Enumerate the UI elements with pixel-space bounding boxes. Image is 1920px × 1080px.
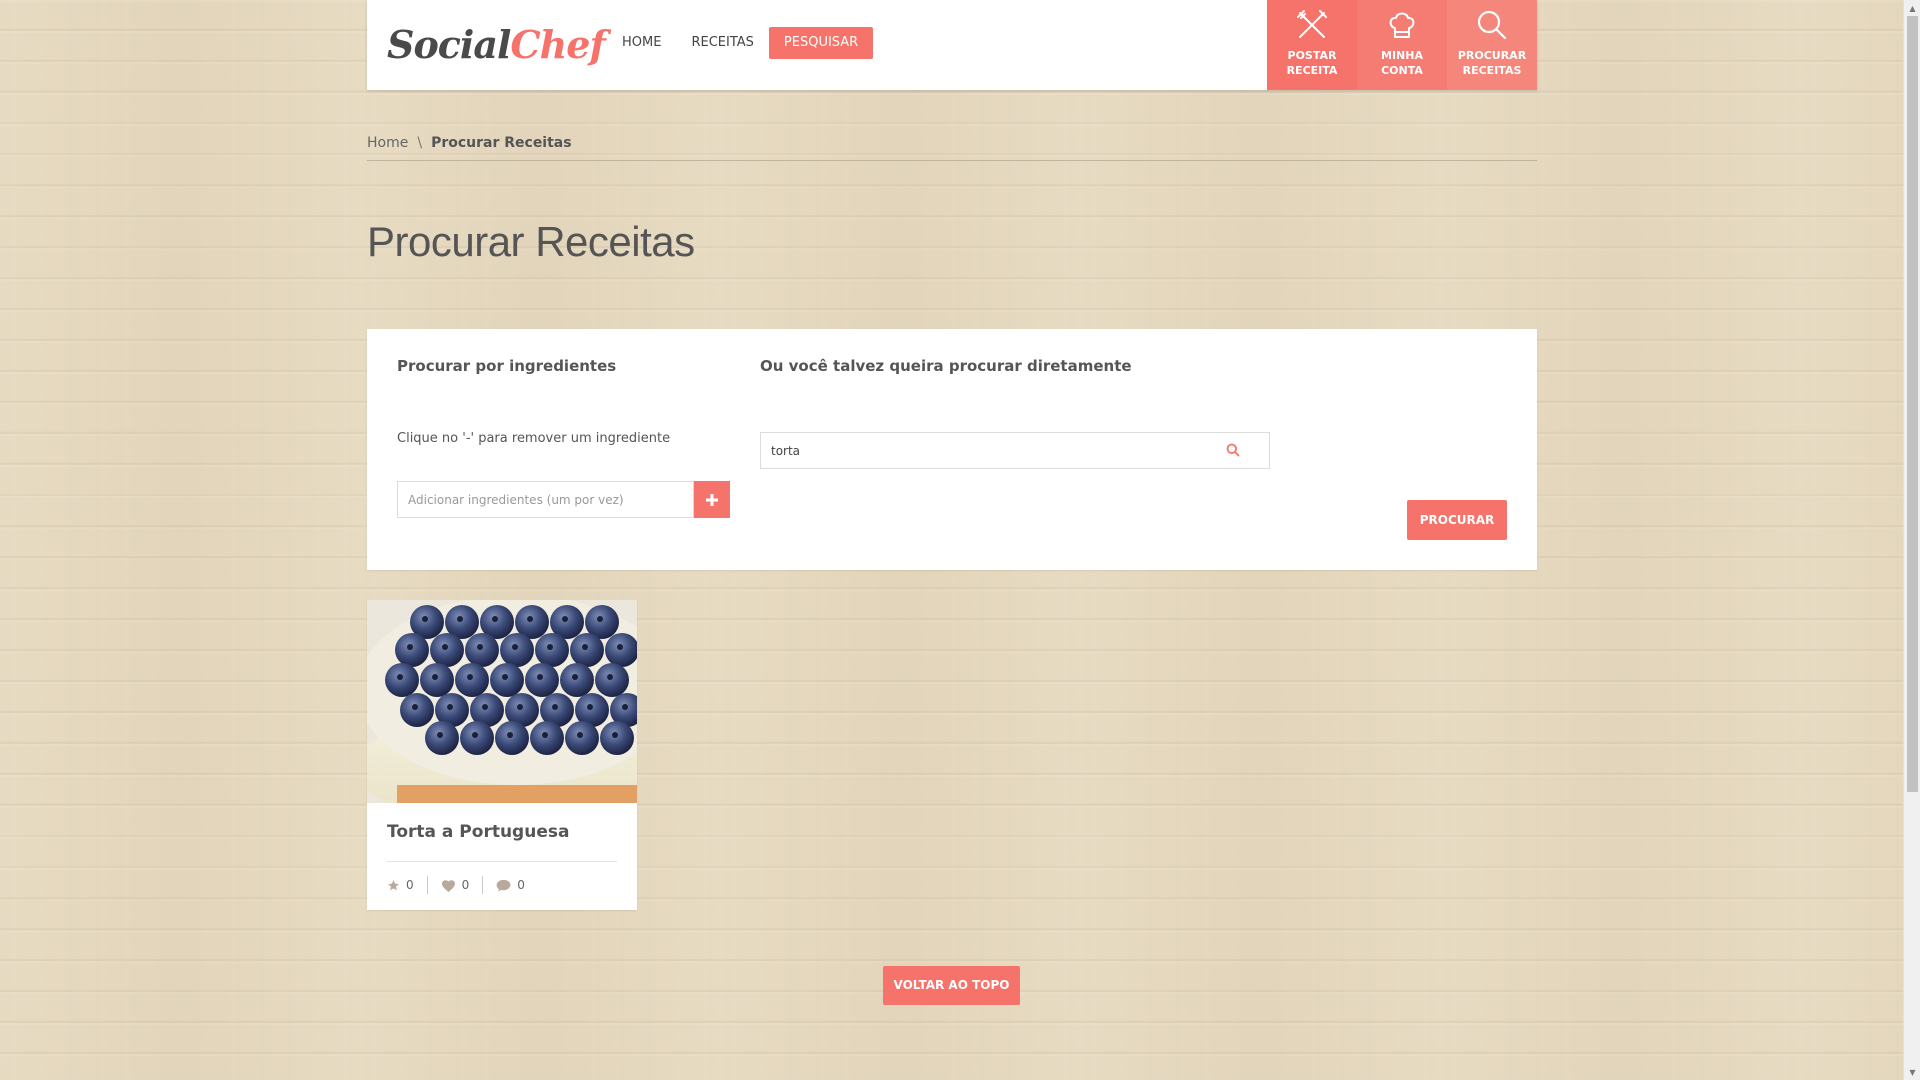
add-ingredient-button[interactable] — [694, 481, 730, 518]
card-divider — [387, 861, 617, 862]
nav-pesquisar[interactable]: PESQUISAR — [768, 27, 874, 59]
recipe-title[interactable]: Torta a Portuguesa — [387, 822, 569, 842]
ingredients-search: Procurar por ingredientes Clique no '-' … — [397, 356, 730, 518]
fork-knife-icon — [1297, 10, 1327, 38]
nav-receitas[interactable]: RECEITAS — [676, 27, 768, 59]
quick-actions: POSTAR RECEITA MINHA CONTA PROCURAR RECE… — [1267, 0, 1537, 90]
ingredient-input-group — [397, 481, 730, 518]
comments-count: 0 — [517, 878, 525, 892]
direct-search-input[interactable] — [760, 432, 1270, 469]
find-recipes-line2: RECEITAS — [1462, 64, 1522, 77]
find-recipes-line1: PROCURAR — [1457, 49, 1527, 62]
comments-stat: 0 — [496, 876, 525, 894]
direct-search-box — [760, 432, 1270, 469]
recipe-thumbnail[interactable] — [367, 600, 637, 803]
scrollbar-thumb[interactable] — [1907, 16, 1918, 792]
breadcrumb-separator: \ — [417, 135, 423, 151]
back-to-top-button[interactable]: VOLTAR AO TOPO — [883, 966, 1020, 1005]
scroll-down-arrow-icon[interactable]: ▼ — [1904, 1064, 1920, 1080]
direct-search: Ou você talvez queira procurar diretamen… — [760, 356, 1280, 469]
breadcrumb-current: Procurar Receitas — [431, 135, 572, 151]
search-icon — [1477, 10, 1507, 40]
my-account-line1: MINHA — [1381, 49, 1423, 62]
post-recipe-button[interactable]: POSTAR RECEITA — [1267, 0, 1357, 90]
star-icon — [387, 879, 400, 892]
find-recipes-button[interactable]: PROCURAR RECEITAS — [1447, 0, 1537, 90]
recipe-card[interactable]: Torta a Portuguesa 0 0 0 — [367, 600, 637, 910]
search-input-icon[interactable] — [1226, 442, 1240, 461]
direct-search-heading: Ou você talvez queira procurar diretamen… — [760, 357, 1132, 375]
rating-count: 0 — [406, 878, 414, 892]
chef-hat-icon — [1389, 12, 1415, 38]
breadcrumb: Home \ Procurar Receitas — [367, 133, 1537, 161]
heart-icon — [441, 879, 456, 892]
page-scrollbar[interactable]: ▲ ▼ — [1903, 0, 1920, 1080]
nav-home[interactable]: HOME — [607, 27, 676, 59]
site-logo[interactable]: Social Chef — [387, 16, 606, 72]
logo-text-chef: Chef — [510, 21, 605, 67]
page-title: Procurar Receitas — [367, 218, 695, 265]
search-panel: Procurar por ingredientes Clique no '-' … — [367, 329, 1537, 570]
post-recipe-line1: POSTAR — [1287, 49, 1337, 62]
likes-stat: 0 — [441, 876, 484, 894]
site-header: Social Chef HOME RECEITAS PESQUISAR POSTA… — [367, 0, 1537, 90]
ingredients-heading: Procurar por ingredientes — [397, 357, 617, 375]
ingredients-hint: Clique no '-' para remover um ingredient… — [397, 431, 671, 446]
breadcrumb-home[interactable]: Home — [367, 133, 408, 160]
scroll-up-arrow-icon[interactable]: ▲ — [1904, 0, 1920, 16]
likes-count: 0 — [461, 878, 470, 892]
post-recipe-line2: RECEITA — [1286, 64, 1338, 77]
logo-text-social: Social — [387, 21, 511, 67]
my-account-button[interactable]: MINHA CONTA — [1357, 0, 1447, 90]
main-nav: HOME RECEITAS PESQUISAR — [607, 27, 874, 59]
plus-icon — [706, 493, 718, 506]
my-account-line2: CONTA — [1381, 64, 1423, 77]
search-submit-button[interactable]: PROCURAR — [1407, 500, 1507, 540]
ingredient-input[interactable] — [397, 481, 694, 518]
comment-icon — [496, 879, 511, 892]
rating-stat: 0 — [387, 876, 428, 894]
recipe-stats: 0 0 0 — [387, 876, 525, 894]
